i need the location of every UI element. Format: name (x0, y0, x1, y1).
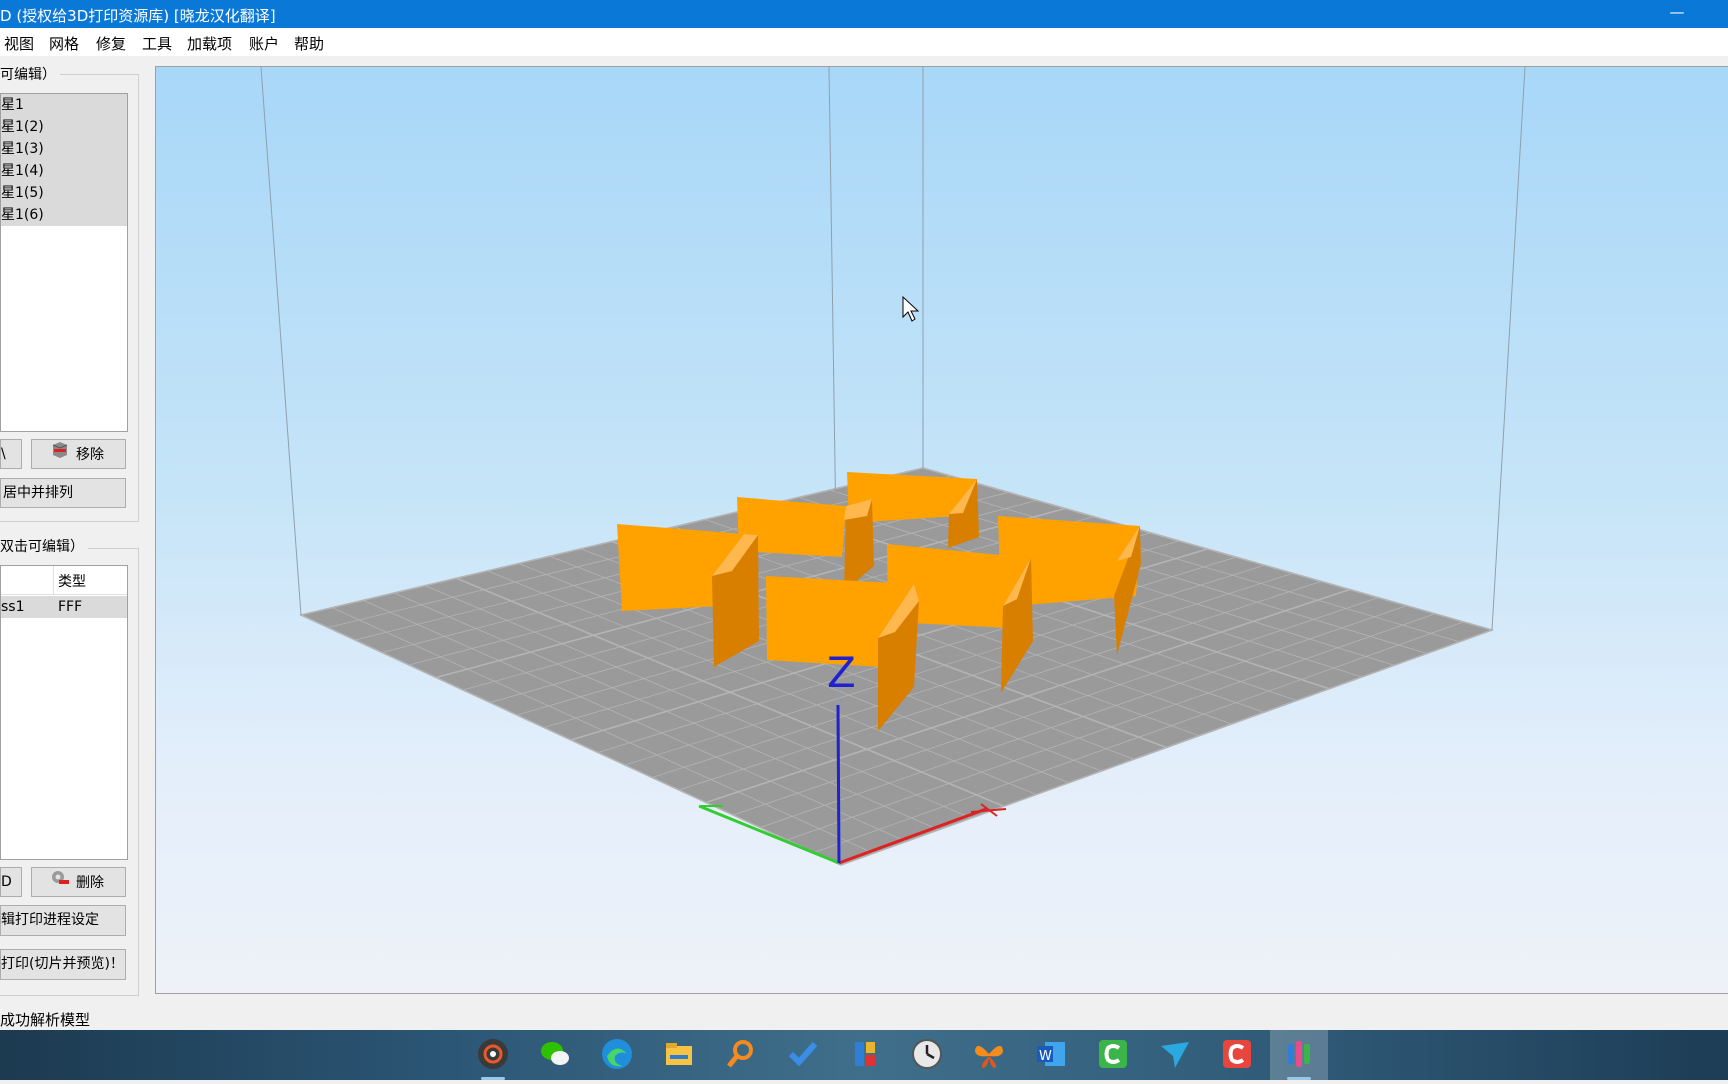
remove-model-button[interactable]: 移除 (31, 439, 126, 469)
word-icon[interactable]: W (1031, 1036, 1071, 1076)
build-volume-scene[interactable]: Z (156, 67, 1728, 993)
z-axis-line (836, 704, 841, 864)
delete-settings-icon (50, 868, 70, 896)
add-process-button[interactable]: D (0, 867, 22, 897)
model-list-item[interactable]: 星1(4) (1, 160, 127, 182)
model-list-item[interactable]: 星1(2) (1, 116, 127, 138)
camtasia-red-icon[interactable] (1217, 1036, 1257, 1076)
menu-bar: 视图 网格 修复 工具 加载项 账户 帮助 (0, 28, 1728, 56)
remove-cube-icon (50, 440, 70, 468)
process-table-header: 类型 (1, 566, 127, 595)
clock-icon[interactable] (907, 1036, 947, 1076)
process-table[interactable]: 类型 ss1 FFF (0, 565, 128, 860)
import-model-label: \ (1, 446, 6, 462)
edge-browser-icon[interactable] (597, 1036, 637, 1076)
app-tiles-icon[interactable] (845, 1036, 885, 1076)
process-type-cell: FFF (58, 599, 83, 615)
column-header-type: 类型 (58, 574, 86, 590)
3d-viewport[interactable]: Z (155, 66, 1728, 994)
import-model-button[interactable]: \ (0, 439, 22, 469)
delete-process-button[interactable]: 删除 (31, 867, 126, 897)
mouse-cursor-icon (902, 295, 920, 322)
window-title: D (授权给3D打印资源库) [晓龙汉化翻译] (0, 7, 276, 25)
music-player-icon[interactable] (473, 1036, 513, 1076)
process-group-label: 双击可编辑） (0, 536, 88, 556)
menu-view[interactable]: 视图 (4, 33, 34, 54)
model-list-item[interactable]: 星1(5) (1, 182, 127, 204)
file-explorer-icon[interactable] (659, 1036, 699, 1076)
todo-check-icon[interactable] (783, 1036, 823, 1076)
wechat-icon[interactable] (535, 1036, 575, 1076)
remove-model-label: 移除 (76, 447, 104, 463)
title-bar: D (授权给3D打印资源库) [晓龙汉化翻译] — (0, 0, 1728, 28)
add-process-label: D (1, 874, 12, 890)
simplify3d-icon[interactable] (1279, 1036, 1319, 1076)
table-row[interactable]: ss1 FFF (1, 596, 127, 618)
process-name-cell: ss1 (1, 599, 25, 615)
prepare-to-print-button[interactable]: 打印(切片并预览)！ (0, 949, 126, 980)
camtasia-green-icon[interactable] (1093, 1036, 1133, 1076)
menu-mesh[interactable]: 网格 (49, 33, 79, 54)
menu-repair[interactable]: 修复 (96, 33, 126, 54)
edit-process-settings-button[interactable]: 辑打印进程设定 (0, 905, 126, 936)
menu-tools[interactable]: 工具 (142, 33, 172, 54)
delete-process-label: 删除 (76, 875, 104, 891)
minimize-button[interactable]: — (1662, 0, 1692, 28)
menu-account[interactable]: 账户 (249, 33, 279, 54)
model-list-item[interactable]: 星1 (1, 94, 127, 116)
status-text: 成功解析模型 (0, 1011, 91, 1029)
z-axis-label: Z (827, 648, 856, 697)
windows-taskbar: W (0, 1030, 1728, 1080)
model-list-item[interactable]: 星1(3) (1, 138, 127, 160)
center-arrange-button[interactable]: 居中并排列 (0, 478, 126, 508)
model-list-item[interactable]: 星1(6) (1, 204, 127, 226)
models-list[interactable]: 星1 星1(2) 星1(3) 星1(4) 星1(5) 星1(6) (0, 93, 128, 432)
svg-text:W: W (1039, 1049, 1052, 1064)
column-divider (53, 566, 54, 594)
menu-help[interactable]: 帮助 (294, 33, 324, 54)
butterfly-icon[interactable] (969, 1036, 1009, 1076)
search-magnifier-icon[interactable] (721, 1036, 761, 1076)
status-bar: 成功解析模型 (0, 996, 1728, 1030)
send-arrow-icon[interactable] (1155, 1036, 1195, 1076)
models-group-label: 可编辑） (0, 64, 60, 84)
menu-addons[interactable]: 加载项 (187, 33, 232, 54)
